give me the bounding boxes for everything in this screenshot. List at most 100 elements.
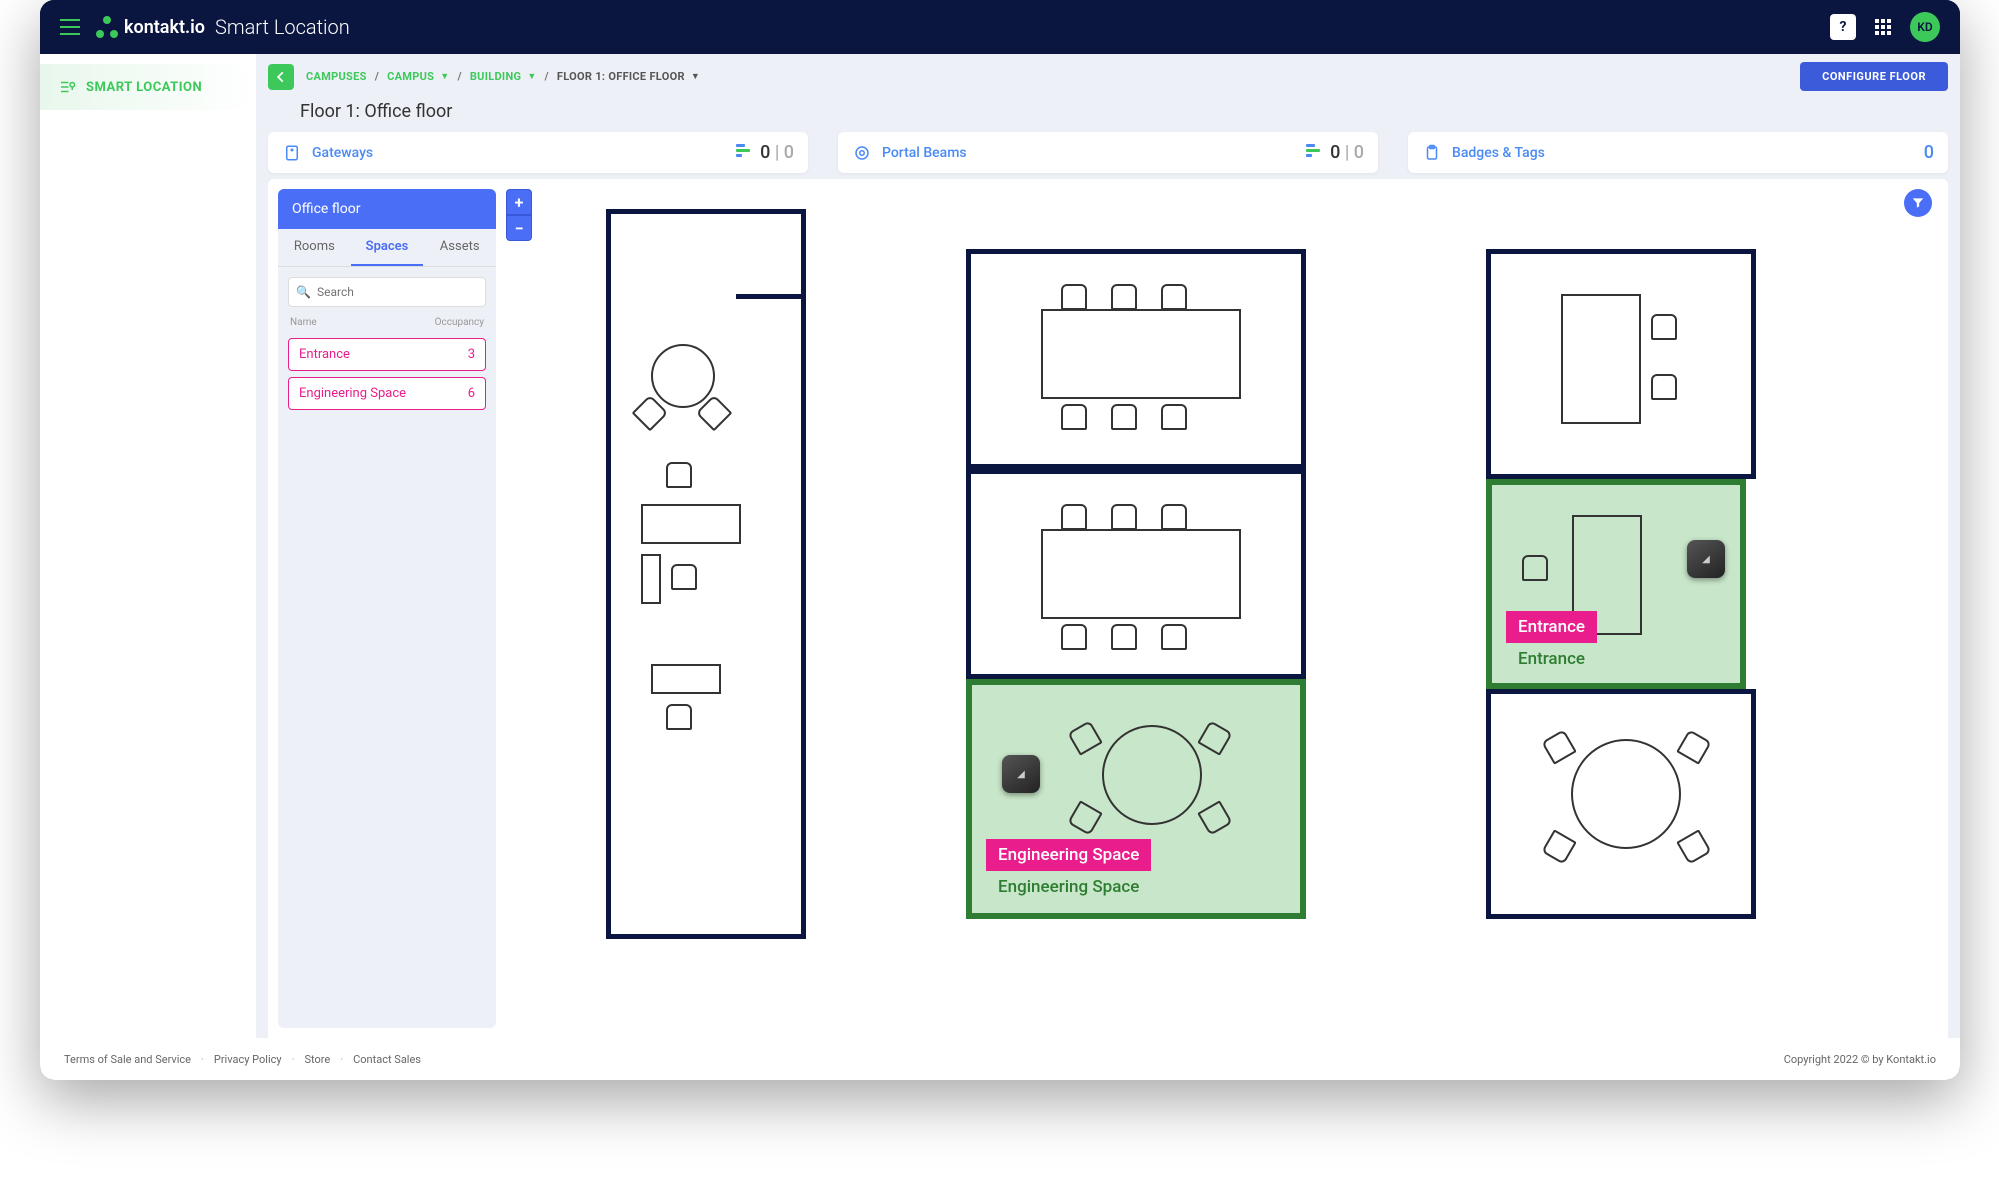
apps-grid-icon[interactable]	[1870, 14, 1896, 40]
search-input[interactable]	[288, 277, 486, 307]
zoom-controls: + −	[506, 189, 532, 241]
chair	[1197, 800, 1233, 836]
footer-link-privacy[interactable]: Privacy Policy	[214, 1053, 282, 1066]
back-button[interactable]	[268, 64, 294, 90]
crumb-campuses[interactable]: CAMPUSES	[306, 70, 367, 83]
search-icon: 🔍	[296, 285, 311, 299]
badge-icon	[1422, 143, 1442, 163]
col-occupancy: Occupancy	[435, 317, 484, 328]
sidebar-item-label: SMART LOCATION	[86, 80, 202, 95]
desk	[651, 664, 721, 694]
tab-spaces[interactable]: Spaces	[351, 229, 424, 266]
stat-card-portal-beams[interactable]: Portal Beams 0 | 0	[838, 132, 1378, 173]
chair	[1061, 404, 1087, 430]
stat-card-badges[interactable]: Badges & Tags 0	[1408, 132, 1948, 173]
topbar: kontakt.io Smart Location ? KD	[40, 0, 1960, 54]
main-area: SMART LOCATION CAMPUSES / CAMPUS▼ / BUIL…	[40, 54, 1960, 1038]
footer-links: Terms of Sale and Service · Privacy Poli…	[64, 1053, 421, 1066]
footer-link-store[interactable]: Store	[304, 1053, 330, 1066]
location-icon	[58, 78, 76, 96]
stat-value: 0 | 0	[1330, 142, 1364, 163]
chevron-down-icon: ▼	[527, 71, 536, 82]
content: CAMPUSES / CAMPUS▼ / BUILDING▼ / FLOOR 1…	[256, 54, 1960, 1038]
beacon-device[interactable]: ◢	[1002, 755, 1040, 793]
space-name: Engineering Space	[299, 386, 406, 401]
help-icon[interactable]: ?	[1830, 14, 1856, 40]
chair	[1541, 829, 1577, 865]
page-title: Floor 1: Office floor	[268, 97, 1948, 126]
round-table	[1571, 739, 1681, 849]
chair	[1111, 284, 1137, 310]
tab-assets[interactable]: Assets	[423, 229, 496, 266]
crumb-floor[interactable]: FLOOR 1: OFFICE FLOOR▼	[557, 70, 700, 83]
space-tag-engineering: Engineering Space	[986, 839, 1151, 871]
portal-beam-icon	[852, 143, 872, 163]
desk	[641, 504, 741, 544]
chair	[1676, 729, 1712, 765]
stat-card-gateways[interactable]: Gateways 0 | 0	[268, 132, 808, 173]
crumb-campus[interactable]: CAMPUS▼	[387, 70, 449, 83]
space-label-engineering: Engineering Space	[986, 871, 1151, 903]
room-left	[606, 209, 806, 939]
room-entrance[interactable]: ◢ Entrance Entrance	[1486, 479, 1746, 689]
room-engineering-space[interactable]: ◢ Engineering Space Engineering Space	[966, 679, 1306, 919]
space-row-engineering[interactable]: Engineering Space 6	[288, 377, 486, 410]
chair	[1161, 404, 1187, 430]
list-headers: Name Occupancy	[288, 313, 486, 332]
logo-icon	[96, 16, 118, 38]
stat-cards: Gateways 0 | 0 Portal Beams 0 | 0	[268, 132, 1948, 173]
panel-tabs: Rooms Spaces Assets	[278, 229, 496, 267]
filter-button[interactable]	[1904, 189, 1932, 217]
chair	[1651, 374, 1677, 400]
chair	[1676, 829, 1712, 865]
footer-link-terms[interactable]: Terms of Sale and Service	[64, 1053, 191, 1066]
space-label-entrance: Entrance	[1506, 643, 1597, 675]
chair	[1541, 729, 1577, 765]
footer-copyright: Copyright 2022 © by Kontakt.io	[1784, 1053, 1936, 1066]
space-tag-entrance: Entrance	[1506, 611, 1597, 643]
sidebar-item-smart-location[interactable]: SMART LOCATION	[40, 64, 256, 110]
chair	[1061, 284, 1087, 310]
chevron-down-icon: ▼	[691, 71, 700, 82]
space-row-entrance[interactable]: Entrance 3	[288, 338, 486, 371]
app-title: Smart Location	[215, 15, 350, 39]
chair	[1161, 624, 1187, 650]
stat-label: Portal Beams	[882, 145, 967, 161]
beacon-device[interactable]: ◢	[1687, 540, 1725, 578]
chair	[1061, 504, 1087, 530]
breadcrumb: CAMPUSES / CAMPUS▼ / BUILDING▼ / FLOOR 1…	[306, 70, 700, 83]
conference-table	[1041, 309, 1241, 399]
bar-chart-icon	[1306, 144, 1320, 162]
footer-link-contact[interactable]: Contact Sales	[353, 1053, 421, 1066]
chair	[1061, 624, 1087, 650]
desk	[1561, 294, 1641, 424]
chair	[1522, 555, 1548, 581]
brand-text: kontakt.io	[124, 17, 205, 38]
panel-header: Office floor	[278, 189, 496, 229]
chair	[1111, 624, 1137, 650]
bar-chart-icon	[736, 144, 750, 162]
col-name: Name	[290, 317, 317, 328]
conference-table	[1041, 529, 1241, 619]
round-table	[651, 344, 715, 408]
workspace: Office floor Rooms Spaces Assets 🔍 Name	[268, 179, 1948, 1038]
zoom-out-button[interactable]: −	[506, 215, 532, 241]
tab-rooms[interactable]: Rooms	[278, 229, 351, 266]
chair	[1161, 284, 1187, 310]
zoom-in-button[interactable]: +	[506, 189, 532, 215]
space-count: 3	[468, 347, 475, 362]
logo[interactable]: kontakt.io	[96, 16, 205, 38]
menu-icon[interactable]	[60, 15, 84, 39]
chair	[1161, 504, 1187, 530]
app-frame: kontakt.io Smart Location ? KD SMART LOC…	[40, 0, 1960, 1080]
configure-floor-button[interactable]: CONFIGURE FLOOR	[1800, 62, 1948, 91]
chair	[1067, 800, 1103, 836]
crumb-building[interactable]: BUILDING▼	[470, 70, 537, 83]
room-right-bottom	[1486, 689, 1756, 919]
stat-label: Badges & Tags	[1452, 145, 1545, 161]
floorplan: ◢ Engineering Space Engineering Space	[566, 199, 1918, 1018]
search-wrap: 🔍	[288, 277, 486, 307]
floorplan-canvas[interactable]: + −	[506, 189, 1938, 1028]
avatar[interactable]: KD	[1910, 12, 1940, 42]
chair	[1067, 720, 1103, 756]
